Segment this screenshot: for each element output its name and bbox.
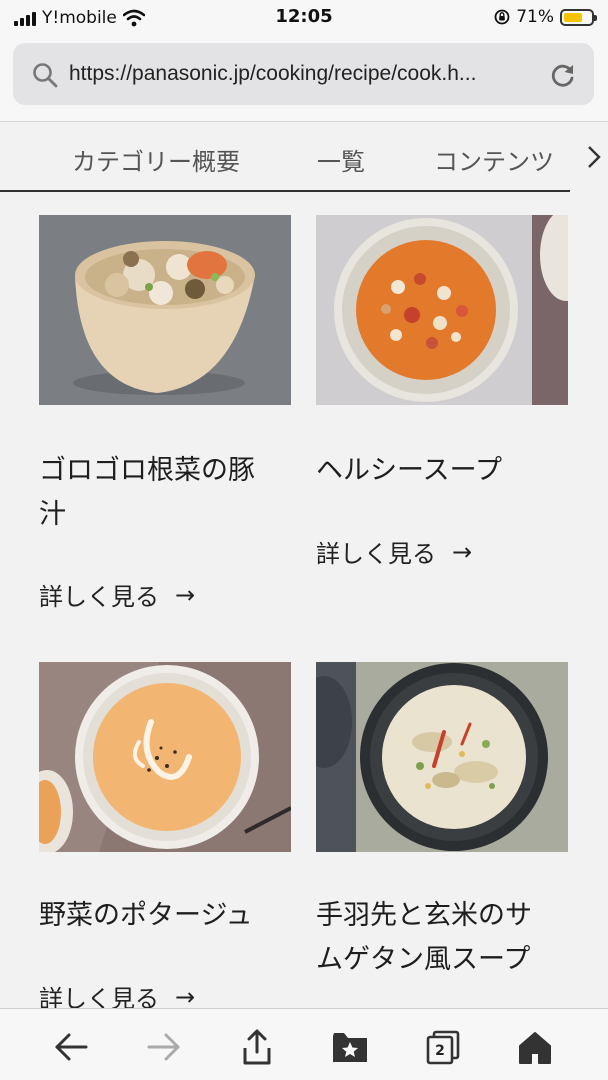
url-text[interactable]: https://panasonic.jp/cooking/recipe/cook…: [69, 62, 539, 86]
bookmarks-icon[interactable]: [330, 1027, 370, 1067]
recipe-card[interactable]: 手羽先と玄米のサ ムゲタン風スープ: [316, 662, 568, 1008]
recipe-title-line[interactable]: 汁: [39, 493, 291, 537]
recipe-title-line[interactable]: 手羽先と玄米のサ: [316, 894, 568, 938]
recipe-title[interactable]: 野菜のポタージュ: [39, 894, 291, 938]
detail-link-label[interactable]: 詳しく見る: [39, 577, 159, 612]
status-bar: Y!mobile 12:05 71%: [0, 0, 608, 36]
arrow-right-icon: →: [452, 537, 473, 566]
forward-arrow-icon[interactable]: [144, 1027, 184, 1067]
home-icon[interactable]: [515, 1027, 555, 1067]
address-bar[interactable]: https://panasonic.jp/cooking/recipe/cook…: [13, 43, 594, 105]
recipe-image-potage[interactable]: [39, 662, 291, 852]
tab-list[interactable]: 一覧: [317, 142, 365, 177]
detail-link-label[interactable]: 詳しく見る: [316, 534, 436, 569]
arrow-right-icon: →: [175, 580, 196, 609]
tab-category-overview[interactable]: カテゴリー概要: [72, 142, 240, 177]
category-nav: カテゴリー概要 一覧 コンテンツ: [0, 122, 608, 194]
recipe-title[interactable]: ゴロゴロ根菜の豚 汁: [39, 449, 291, 537]
tabs-count: 2: [435, 1043, 445, 1059]
battery-icon: [560, 8, 597, 26]
recipe-card[interactable]: ヘルシースープ 詳しく見る →: [316, 215, 568, 575]
search-icon: [33, 63, 58, 88]
status-right: 71%: [494, 7, 597, 27]
tabs-icon[interactable]: 2: [423, 1027, 463, 1067]
orientation-lock-icon: [494, 9, 510, 25]
recipe-title[interactable]: 手羽先と玄米のサ ムゲタン風スープ: [316, 894, 568, 982]
arrow-right-icon: →: [175, 982, 196, 1011]
battery-fill: [564, 12, 583, 22]
back-arrow-icon[interactable]: [51, 1027, 91, 1067]
recipe-title-line[interactable]: ヘルシースープ: [316, 449, 568, 493]
recipe-card[interactable]: 野菜のポタージュ 詳しく見る →: [39, 662, 291, 1013]
detail-link[interactable]: 詳しく見る →: [316, 534, 472, 569]
nav-divider: [0, 190, 570, 192]
recipe-title-line[interactable]: ゴロゴロ根菜の豚: [39, 449, 291, 493]
recipe-image-tonjiru[interactable]: [39, 215, 291, 405]
reload-icon[interactable]: [548, 60, 578, 90]
recipe-image-samgyetang[interactable]: [316, 662, 568, 852]
recipe-card[interactable]: ゴロゴロ根菜の豚 汁 詳しく見る →: [39, 215, 291, 615]
recipe-image-healthy-soup[interactable]: [316, 215, 568, 405]
detail-link[interactable]: 詳しく見る →: [39, 577, 195, 612]
address-bar-area: https://panasonic.jp/cooking/recipe/cook…: [0, 36, 608, 122]
share-icon[interactable]: [237, 1027, 277, 1067]
recipe-title-line[interactable]: ムゲタン風スープ: [316, 938, 568, 982]
recipe-title-line[interactable]: 野菜のポタージュ: [39, 894, 291, 938]
recipe-title[interactable]: ヘルシースープ: [316, 449, 568, 493]
tab-contents[interactable]: コンテンツ: [434, 142, 562, 177]
browser-toolbar: 2: [0, 1008, 608, 1080]
battery-percent: 71%: [516, 7, 554, 27]
chevron-right-icon[interactable]: [584, 144, 604, 170]
